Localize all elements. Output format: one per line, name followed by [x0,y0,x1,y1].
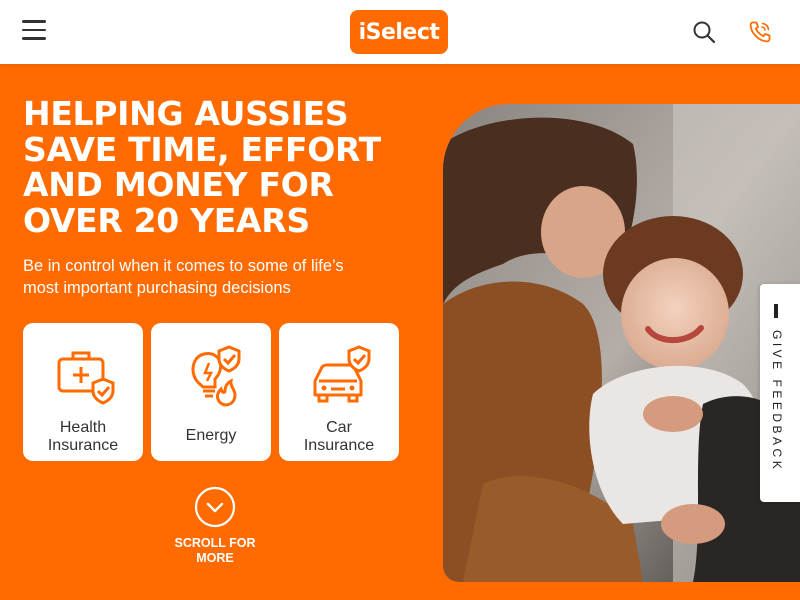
give-feedback-tab[interactable]: GIVE FEEDBACK [760,284,800,502]
car-insurance-card[interactable]: Car Insurance [279,323,399,461]
chevron-down-icon[interactable] [194,486,236,528]
search-icon[interactable] [692,20,716,44]
health-insurance-card[interactable]: Health Insurance [23,323,143,461]
energy-label: Energy [185,427,237,444]
hero-subtitle: Be in control when it comes to some of l… [23,257,344,297]
car-insurance-label: Car Insurance [303,419,375,454]
give-feedback-label: GIVE FEEDBACK [770,330,784,473]
menu-icon[interactable] [22,20,48,44]
health-insurance-label: Health Insurance [47,419,119,454]
hero-photo [443,104,800,582]
product-categories: Health Insurance Energy Car Insurance [23,323,399,461]
energy-icon [191,345,241,407]
health-insurance-icon [57,351,115,405]
energy-card[interactable]: Energy [151,323,271,461]
car-insurance-icon [313,345,371,403]
hero-title: HELPING AUSSIES SAVE TIME, EFFORT AND MO… [23,94,381,240]
iselect-logo[interactable]: iSelect [350,10,448,54]
scroll-for-more-label[interactable]: SCROLL FOR MORE [160,536,270,566]
top-navigation-bar: iSelect [0,0,800,64]
phone-icon[interactable] [748,20,772,44]
